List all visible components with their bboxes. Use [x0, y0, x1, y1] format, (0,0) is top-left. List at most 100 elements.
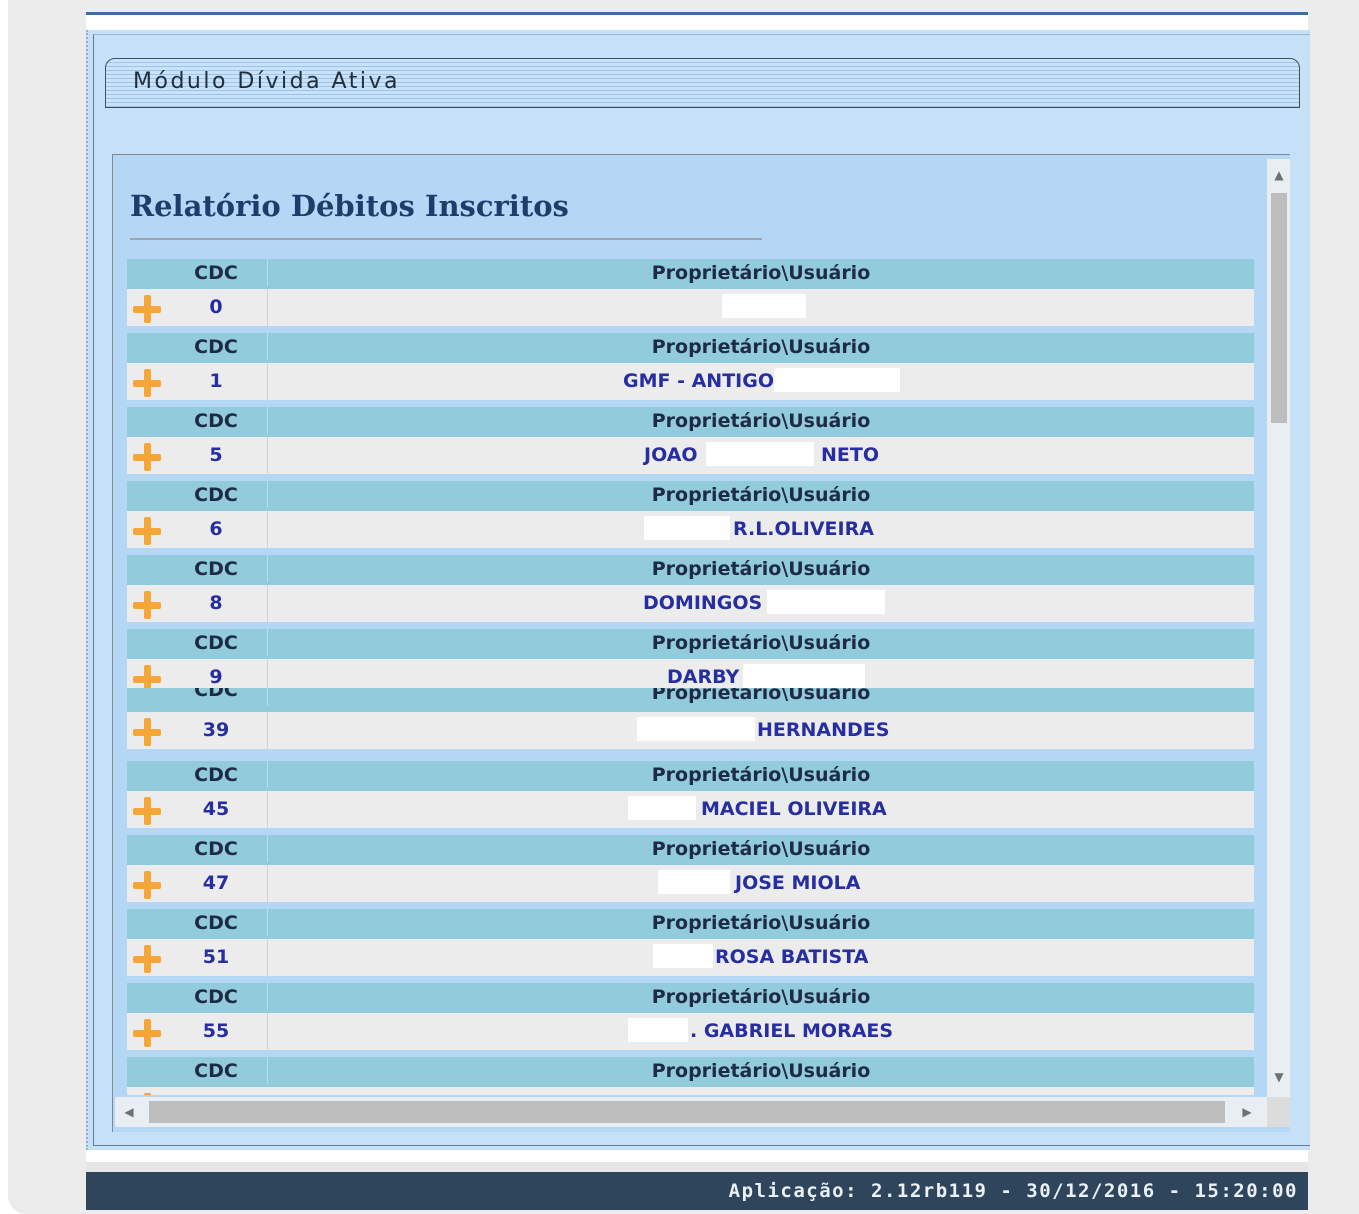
- owner-name: JOSE MIOLA: [735, 872, 861, 894]
- owner-cell: R.L.OLIVEIRA: [267, 511, 1254, 548]
- owner-cell: JOSE MIOLA: [267, 865, 1254, 902]
- redacted-block: [644, 516, 730, 540]
- redacted-block: [653, 944, 713, 968]
- cdc-header: CDC: [194, 336, 238, 358]
- owner-name: HERNANDES: [757, 719, 890, 741]
- owner-header: Proprietário\Usuário: [267, 333, 1254, 360]
- plus-icon[interactable]: [131, 869, 163, 901]
- redacted-block: [628, 796, 696, 820]
- scroll-down-icon[interactable]: ▼: [1267, 1065, 1290, 1089]
- vertical-scrollbar[interactable]: ▲ ▼: [1267, 159, 1290, 1097]
- owner-name: MACIEL OLIVEIRA: [701, 798, 887, 820]
- cdc-value: 5: [209, 444, 223, 466]
- table-row: 0: [127, 289, 1254, 326]
- cdc-header: CDC: [194, 764, 238, 786]
- table-row: 55 . GABRIEL MORAES: [127, 1013, 1254, 1050]
- table-row: 8 DOMINGOS: [127, 585, 1254, 622]
- owner-header: Proprietário\Usuário: [267, 555, 1254, 582]
- plus-icon[interactable]: [131, 367, 163, 399]
- redacted-block: [767, 590, 885, 614]
- module-panel: Módulo Dívida Ativa Relatório Débitos In…: [86, 30, 1310, 1150]
- top-border: [86, 12, 1308, 15]
- plus-icon[interactable]: [131, 515, 163, 547]
- plus-icon[interactable]: [131, 1091, 163, 1095]
- table-row: 45 MACIEL OLIVEIRA: [127, 791, 1254, 828]
- redacted-block: [743, 664, 865, 688]
- owner-cell: GMF - ANTIGO: [267, 363, 1254, 400]
- owner-header: Proprietário\Usuário: [267, 1057, 1254, 1084]
- cdc-header: CDC: [194, 262, 238, 284]
- scroll-up-icon[interactable]: ▲: [1267, 163, 1290, 187]
- owner-cell: [267, 289, 1254, 326]
- cdc-header: CDC: [194, 632, 238, 654]
- window-background: Módulo Dívida Ativa Relatório Débitos In…: [8, 0, 1359, 1214]
- cdc-value: 51: [202, 946, 230, 968]
- report-title: Relatório Débitos Inscritos: [130, 189, 569, 223]
- cdc-value: 0: [209, 296, 223, 318]
- cdc-header: CDC: [194, 484, 238, 506]
- owner-name: R.L.OLIVEIRA: [733, 518, 874, 540]
- horizontal-scrollbar[interactable]: ◀ ▶: [115, 1097, 1267, 1127]
- table-row: 47 JOSE MIOLA: [127, 865, 1254, 902]
- table-header-row: CDC Proprietário\Usuário: [127, 481, 1254, 511]
- plus-icon[interactable]: [131, 293, 163, 325]
- cdc-header: CDC: [194, 1060, 238, 1082]
- owner-header: Proprietário\Usuário: [267, 259, 1254, 286]
- table-row: 39 HERNANDES: [127, 712, 1254, 749]
- table-header-row: CDC Proprietário\Usuário: [127, 761, 1254, 791]
- plus-icon[interactable]: [131, 716, 163, 748]
- footer-spacer: [86, 1162, 1308, 1172]
- page: Módulo Dívida Ativa Relatório Débitos In…: [86, 12, 1310, 1210]
- plus-icon[interactable]: [131, 795, 163, 827]
- owner-header: Proprietário\Usuário: [267, 835, 1254, 862]
- owner-header: Proprietário\Usuário: [267, 629, 1254, 656]
- report-table: CDC Proprietário\Usuário 0 CDC Proprietá…: [127, 259, 1254, 1095]
- scroll-left-icon[interactable]: ◀: [115, 1097, 143, 1127]
- owner-header: Proprietário\Usuário: [267, 909, 1254, 936]
- app-version-info: Aplicação: 2.12rb119 - 30/12/2016 - 15:2…: [728, 1180, 1298, 1202]
- cdc-header: CDC: [194, 986, 238, 1008]
- redacted-block: [706, 442, 814, 466]
- plus-icon[interactable]: [131, 943, 163, 975]
- owner-name: DOMINGOS: [643, 592, 763, 614]
- horizontal-scroll-thumb[interactable]: [149, 1101, 1225, 1123]
- owner-name: ROSA BATISTA: [715, 946, 869, 968]
- title-divider: [130, 238, 762, 240]
- table-header-row: CDC Proprietário\Usuário: [127, 835, 1254, 865]
- owner-cell: DOMINGOS: [267, 585, 1254, 622]
- table-header-row: CDC Proprietário\Usuário: [127, 407, 1254, 437]
- owner-name: . GABRIEL MORAES: [690, 1020, 894, 1042]
- plus-icon[interactable]: [131, 1017, 163, 1049]
- cdc-value: 9: [209, 666, 223, 688]
- footer-bar: Aplicação: 2.12rb119 - 30/12/2016 - 15:2…: [86, 1172, 1308, 1210]
- owner-cell: ROSA BATISTA: [267, 939, 1254, 976]
- owner-name: JOAO: [644, 444, 698, 466]
- table-row: 5 JOAO NETO: [127, 437, 1254, 474]
- cdc-value: 8: [209, 592, 223, 614]
- owner-header: Proprietário\Usuário: [267, 761, 1254, 788]
- table-header-row: CDC Proprietário\Usuário: [127, 1057, 1254, 1087]
- owner-name: GMF - ANTIGO: [623, 370, 774, 392]
- table-header-row: CDC Proprietário\Usuário: [127, 909, 1254, 939]
- cdc-header: CDC: [194, 558, 238, 580]
- cdc-value: 45: [202, 798, 230, 820]
- table-row: [127, 1087, 1254, 1095]
- redacted-block: [774, 368, 900, 392]
- cdc-header: CDC: [194, 838, 238, 860]
- owner-name: DARBY: [667, 666, 740, 688]
- plus-icon[interactable]: [131, 441, 163, 473]
- cdc-header: CDC: [194, 688, 238, 701]
- cdc-value: 6: [209, 518, 223, 540]
- table-header-row: CDC Proprietário\Usuário: [127, 333, 1254, 363]
- cdc-value: 47: [202, 872, 230, 894]
- scroll-right-icon[interactable]: ▶: [1233, 1097, 1261, 1127]
- plus-icon[interactable]: [131, 589, 163, 621]
- owner-header: Proprietário\Usuário: [267, 983, 1254, 1010]
- module-tab: Módulo Dívida Ativa: [105, 58, 1300, 108]
- cdc-value: 55: [202, 1020, 230, 1042]
- table-header-row: CDC Proprietário\Usuário: [127, 259, 1254, 289]
- redacted-block: [722, 294, 806, 318]
- vertical-scroll-thumb[interactable]: [1271, 193, 1287, 423]
- owner-header: Proprietário\Usuário: [267, 481, 1254, 508]
- redacted-block: [658, 870, 730, 894]
